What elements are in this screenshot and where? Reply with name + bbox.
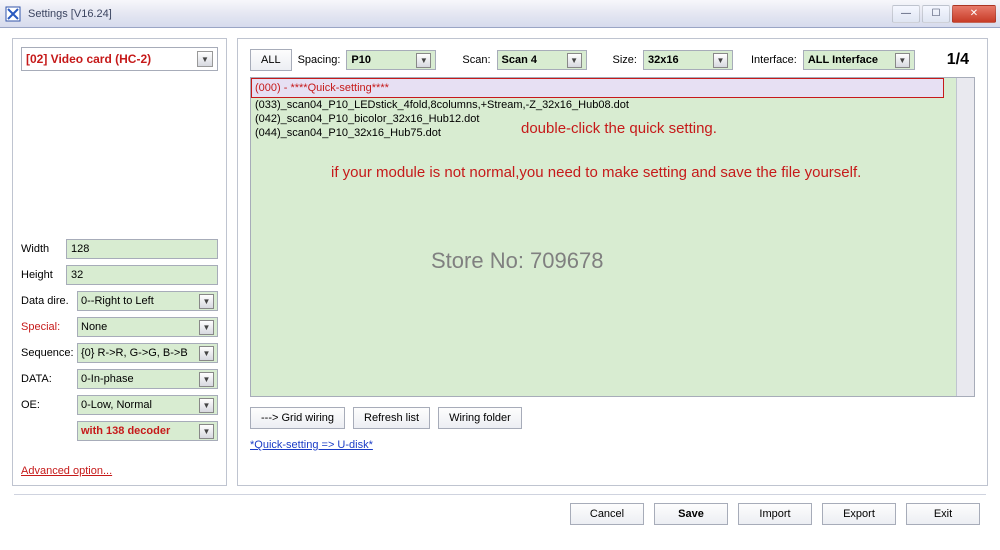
left-panel: [02] Video card (HC-2) ▼ Width Height Da… (12, 38, 227, 486)
cancel-button[interactable]: Cancel (570, 503, 644, 525)
spacing-select[interactable]: P10 ▼ (346, 50, 436, 70)
minimize-button[interactable]: — (892, 5, 920, 23)
app-icon (4, 5, 22, 23)
sequence-select[interactable]: {0} R->R, G->G, B->B ▼ (77, 343, 218, 363)
chevron-down-icon[interactable]: ▼ (199, 294, 214, 309)
special-label: Special: (21, 321, 77, 333)
height-label: Height (21, 269, 66, 281)
special-select[interactable]: None ▼ (77, 317, 218, 337)
chevron-down-icon[interactable]: ▼ (199, 372, 214, 387)
decoder-select[interactable]: with 138 decoder ▼ (77, 421, 218, 441)
chevron-down-icon[interactable]: ▼ (416, 53, 431, 68)
datadir-label: Data dire. (21, 295, 77, 307)
window-title: Settings [V16.24] (28, 8, 112, 20)
exit-button[interactable]: Exit (906, 503, 980, 525)
chevron-down-icon[interactable]: ▼ (199, 346, 214, 361)
save-button[interactable]: Save (654, 503, 728, 525)
size-select[interactable]: 32x16 ▼ (643, 50, 733, 70)
height-input[interactable] (66, 265, 218, 285)
advanced-option-link[interactable]: Advanced option... (21, 465, 112, 477)
wiring-folder-button[interactable]: Wiring folder (438, 407, 522, 429)
video-card-value: [02] Video card (HC-2) (26, 52, 151, 66)
maximize-button[interactable]: ☐ (922, 5, 950, 23)
spacing-label: Spacing: (298, 54, 341, 66)
quick-setting-link[interactable]: *Quick-setting => U-disk* (250, 439, 373, 451)
width-label: Width (21, 243, 66, 255)
scan-label: Scan: (462, 54, 490, 66)
close-button[interactable]: ✕ (952, 5, 996, 23)
chevron-down-icon[interactable]: ▼ (197, 51, 213, 67)
chevron-down-icon[interactable]: ▼ (199, 424, 214, 439)
sequence-label: Sequence: (21, 347, 77, 359)
import-button[interactable]: Import (738, 503, 812, 525)
chevron-down-icon[interactable]: ▼ (895, 53, 910, 68)
chevron-down-icon[interactable]: ▼ (199, 398, 214, 413)
grid-wiring-button[interactable]: ---> Grid wiring (250, 407, 345, 429)
chevron-down-icon[interactable]: ▼ (713, 53, 728, 68)
all-button[interactable]: ALL (250, 49, 292, 71)
titlebar: Settings [V16.24] — ☐ ✕ (0, 0, 1000, 28)
refresh-list-button[interactable]: Refresh list (353, 407, 430, 429)
right-panel: ALL Spacing: P10 ▼ Scan: Scan 4 ▼ Size: … (237, 38, 988, 486)
scrollbar[interactable] (956, 78, 974, 396)
watermark-text: Store No: 709678 (431, 248, 603, 274)
video-card-select[interactable]: [02] Video card (HC-2) ▼ (21, 47, 218, 71)
width-input[interactable] (66, 239, 218, 259)
annotation-text: double-click the quick setting. (521, 120, 717, 137)
list-item[interactable]: (033)_scan04_P10_LEDstick_4fold,8columns… (251, 98, 974, 112)
export-button[interactable]: Export (822, 503, 896, 525)
size-label: Size: (613, 54, 637, 66)
module-list[interactable]: (000) - ****Quick-setting**** (033)_scan… (250, 77, 975, 397)
footer-buttons: Cancel Save Import Export Exit (0, 495, 1000, 525)
interface-label: Interface: (751, 54, 797, 66)
page-indicator: 1/4 (947, 51, 975, 69)
chevron-down-icon[interactable]: ▼ (567, 53, 582, 68)
filter-bar: ALL Spacing: P10 ▼ Scan: Scan 4 ▼ Size: … (246, 47, 979, 77)
scan-select[interactable]: Scan 4 ▼ (497, 50, 587, 70)
data-select[interactable]: 0-In-phase ▼ (77, 369, 218, 389)
chevron-down-icon[interactable]: ▼ (199, 320, 214, 335)
list-item[interactable]: (000) - ****Quick-setting**** (251, 78, 944, 98)
datadir-select[interactable]: 0--Right to Left ▼ (77, 291, 218, 311)
oe-label: OE: (21, 399, 77, 411)
oe-select[interactable]: 0-Low, Normal ▼ (77, 395, 218, 415)
interface-select[interactable]: ALL Interface ▼ (803, 50, 915, 70)
data-label: DATA: (21, 373, 77, 385)
annotation-text: if your module is not normal,you need to… (331, 164, 921, 181)
